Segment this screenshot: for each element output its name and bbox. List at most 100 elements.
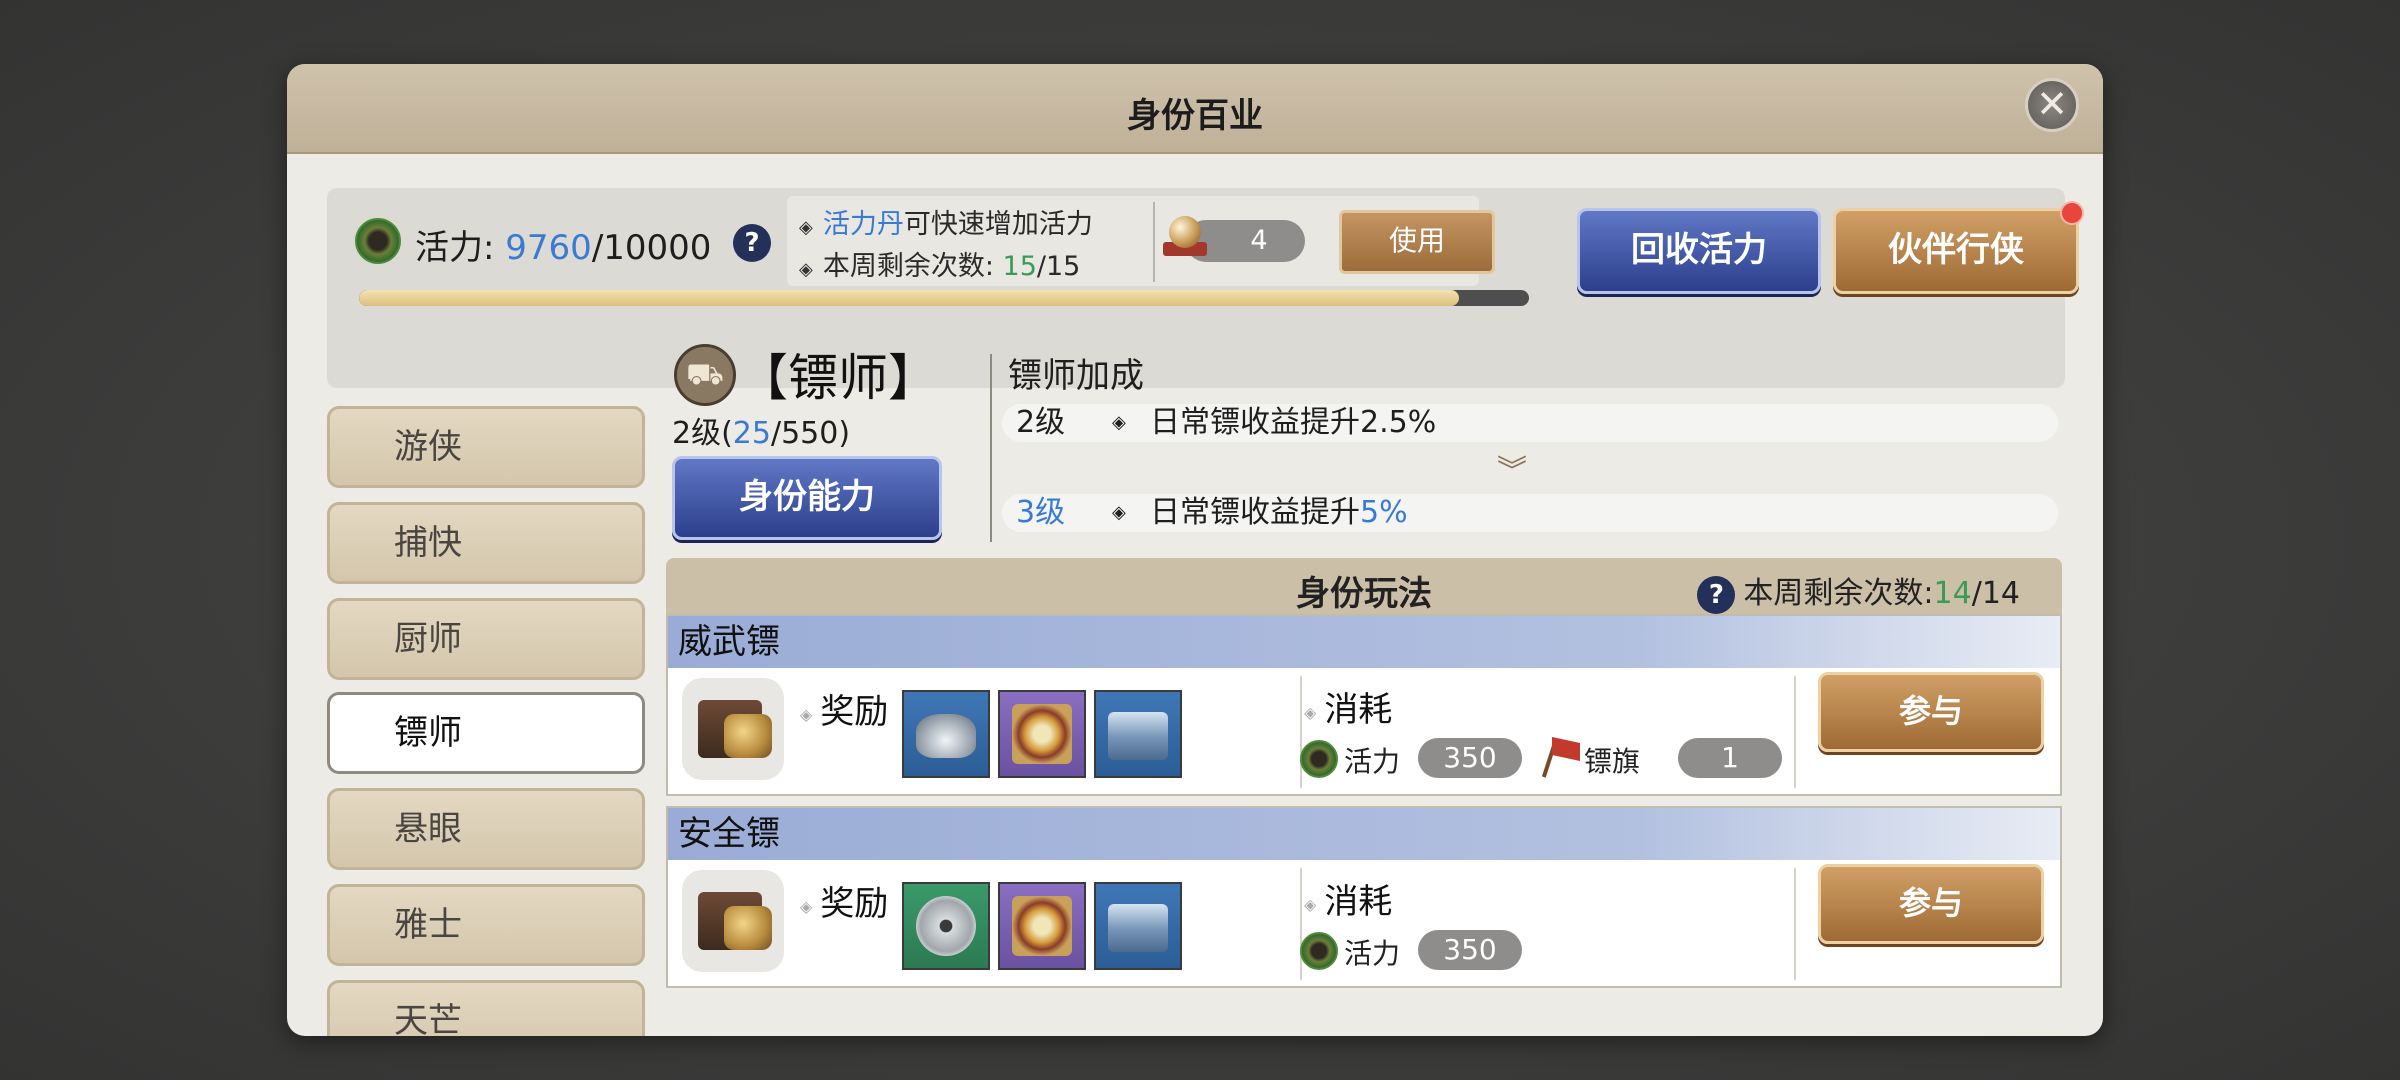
stamina-max: /10000	[591, 228, 712, 268]
reward-label: ◈ 奖励	[800, 692, 889, 732]
cost-stamina-label: 活力	[1344, 745, 1401, 778]
route-name: 威武镖	[668, 616, 2060, 668]
join-button[interactable]: 参与	[1818, 864, 2044, 944]
reward-slot[interactable]	[902, 690, 990, 778]
route-name: 安全镖	[668, 808, 2060, 860]
cost-stamina-value: 350	[1418, 738, 1522, 778]
jade-stamina-icon	[1300, 932, 1338, 970]
potion-link[interactable]: 活力丹	[823, 209, 904, 240]
reward-slot[interactable]	[998, 690, 1086, 778]
reclaim-stamina-button[interactable]: 回收活力	[1577, 208, 1821, 294]
bonus-title: 镖师加成	[1008, 356, 1144, 396]
tip-remaining-current: 15	[1002, 251, 1037, 282]
tip-remaining-max: /15	[1036, 251, 1081, 282]
bonus-current-row: 2级 ◈ 日常镖收益提升2.5%	[1002, 404, 2058, 442]
jade-stamina-icon	[355, 218, 401, 264]
stamina-label: 活力:	[415, 228, 495, 268]
remain-label: 本周剩余次数:	[1743, 576, 1934, 611]
sidebar-item-yashi[interactable]: 雅士	[327, 884, 645, 966]
reward-text: 奖励	[820, 884, 889, 924]
sidebar-item-chushi[interactable]: 厨师	[327, 598, 645, 680]
copper-coin-icon	[916, 896, 976, 956]
join-button[interactable]: 参与	[1818, 672, 2044, 752]
reward-slot[interactable]	[1094, 690, 1182, 778]
treasure-chest-icon	[1108, 712, 1168, 760]
reward-slot[interactable]	[1094, 882, 1182, 970]
divider	[1300, 868, 1302, 980]
gameplay-header: 身份玩法 ? 本周剩余次数:14/14	[666, 558, 2062, 614]
close-icon[interactable]: ✕	[2025, 78, 2079, 132]
identity-ability-button[interactable]: 身份能力	[672, 456, 942, 540]
use-button[interactable]: 使用	[1339, 210, 1495, 274]
reward-slot[interactable]	[902, 882, 990, 970]
remain-current: 14	[1933, 576, 1972, 611]
divider	[1153, 202, 1155, 282]
bonus-next-prefix: 日常镖收益提升	[1150, 495, 1360, 530]
diamond-bullet-icon: ◈	[1112, 502, 1126, 523]
divider	[1794, 868, 1796, 980]
exp-max: /550)	[770, 416, 851, 451]
route-card-weiwu: 威武镖 ◈ 奖励 ◈ 消耗 活力 350 镖旗 1 参与	[666, 614, 2062, 796]
stamina-progress	[359, 290, 1529, 306]
bonus-next-text: 日常镖收益提升5%	[1150, 494, 1408, 532]
diamond-bullet-icon: ◈	[799, 217, 813, 238]
stamina-current: 9760	[505, 228, 592, 268]
panel-title: 身份百业	[1127, 96, 1263, 136]
cost-text: 消耗	[1324, 882, 1393, 922]
sidebar-item-xuanyan[interactable]: 悬眼	[327, 788, 645, 870]
compass-icon	[1012, 896, 1072, 956]
divider	[990, 354, 992, 542]
treasure-pile-icon	[682, 678, 784, 780]
partner-button-label: 伙伴行侠	[1888, 230, 2024, 270]
bonus-next-row: 3级 ◈ 日常镖收益提升5%	[1002, 494, 2058, 532]
compass-icon	[1012, 704, 1072, 764]
exp-current: 25	[732, 416, 771, 451]
question-icon[interactable]: ?	[733, 224, 771, 262]
stamina-readout: 活力: 9760/10000	[415, 220, 711, 269]
bonus-current-text: 日常镖收益提升2.5%	[1150, 405, 1437, 440]
question-icon[interactable]: ?	[1697, 575, 1736, 614]
sidebar-item-biaoshi[interactable]: 镖师	[327, 692, 645, 774]
jade-stamina-icon	[1300, 740, 1338, 778]
bonus-next-level: 3级	[1016, 495, 1066, 530]
cost-label: ◈ 消耗	[1304, 882, 1393, 922]
reward-text: 奖励	[820, 692, 889, 732]
escort-flag-icon	[1540, 734, 1582, 780]
partner-button[interactable]: 伙伴行侠	[1833, 201, 2084, 294]
level-prefix: 2级(	[672, 416, 733, 451]
notification-dot	[2060, 201, 2084, 225]
diamond-bullet-icon: ◈	[799, 259, 813, 280]
pearl-item-icon[interactable]	[1159, 214, 1209, 264]
cost-stamina-label: 活力	[1344, 937, 1401, 970]
tip-text: 可快速增加活力	[903, 209, 1093, 240]
stamina-bar: 活力: 9760/10000 ? ◈ 活力丹可快速增加活力 ◈ 本周剩余次数: 15…	[327, 188, 2084, 388]
profession-name: 【镖师】	[738, 349, 938, 407]
stamina-progress-fill	[359, 290, 1459, 306]
divider	[1300, 676, 1302, 788]
treasure-chest-icon	[1108, 904, 1168, 952]
cost-stamina-value: 350	[1418, 930, 1522, 970]
cost-flag-label: 镖旗	[1584, 745, 1641, 778]
panel-header: 身份百业 ✕	[287, 64, 2103, 154]
silver-ingot-icon	[916, 714, 976, 758]
profession-level: 2级(25/550)	[672, 408, 850, 452]
diamond-bullet-icon: ◈	[1112, 412, 1126, 433]
sidebar-item-youxia[interactable]: 游侠	[327, 406, 645, 488]
gameplay-remaining: ? 本周剩余次数:14/14	[1697, 568, 2020, 614]
cost-label: ◈ 消耗	[1304, 690, 1393, 730]
remain-max: /14	[1971, 576, 2020, 611]
bonus-next-value: 5%	[1360, 495, 1408, 530]
double-chevron-down-icon: ︾	[1497, 454, 1527, 489]
cost-flag-value: 1	[1678, 738, 1782, 778]
tip-line-remaining: ◈ 本周剩余次数: 15/15	[799, 244, 1080, 283]
cost-text: 消耗	[1324, 690, 1393, 730]
route-card-anquan: 安全镖 ◈ 奖励 ◈ 消耗 活力 350 参与	[666, 806, 2062, 988]
bonus-current-level: 2级	[1016, 405, 1066, 440]
sidebar-item-bukuai[interactable]: 捕快	[327, 502, 645, 584]
sidebar-item-tianmang[interactable]: 天芒	[327, 980, 645, 1036]
reward-slot[interactable]	[998, 882, 1086, 970]
divider	[1794, 676, 1796, 788]
tip-remaining-label: 本周剩余次数:	[822, 251, 1003, 282]
treasure-pile-icon	[682, 870, 784, 972]
tip-line-potion: ◈ 活力丹可快速增加活力	[799, 202, 1093, 241]
